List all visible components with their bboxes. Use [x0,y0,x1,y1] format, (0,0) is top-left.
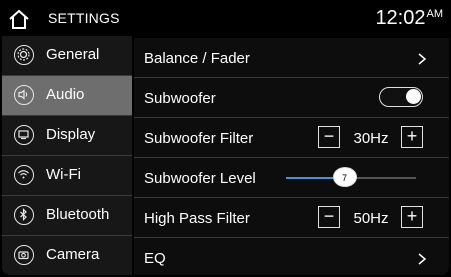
display-icon [14,125,34,145]
subwoofer-label: Subwoofer [144,90,216,107]
sidebar-item-display[interactable]: Display [2,116,132,156]
subwoofer-toggle[interactable] [379,87,423,107]
subwoofer-level-label: Subwoofer Level [144,170,256,187]
gear-icon [14,45,34,65]
sidebar-item-wifi[interactable]: Wi-Fi [2,156,132,196]
subwoofer-filter-label: Subwoofer Filter [144,130,254,147]
sidebar-item-label: Bluetooth [46,206,110,223]
home-icon[interactable] [8,8,30,30]
sidebar-item-label: Display [46,126,96,143]
high-pass-filter-decrease-button[interactable]: − [318,206,340,228]
sidebar-item-audio[interactable]: Audio [2,76,132,116]
high-pass-filter-label: High Pass Filter [144,210,250,227]
balance-fader-label: Balance / Fader [144,50,250,67]
high-pass-filter-value: 50Hz [353,210,389,227]
settings-screen: SETTINGS 12:02AM General Audio Display W… [2,2,449,275]
subwoofer-filter-value: 30Hz [353,130,389,147]
audio-settings-list: Balance / Fader Subwoofer Subwoofer Filt… [134,38,449,275]
sidebar-item-label: Audio [46,86,85,103]
top-bar: SETTINGS 12:02AM [2,2,449,36]
high-pass-filter-row: High Pass Filter − 50Hz + [134,198,449,238]
sidebar-item-camera[interactable]: Camera [2,236,132,275]
clock-time: 12:02 [375,7,426,29]
subwoofer-filter-row: Subwoofer Filter − 30Hz + [134,118,449,158]
balance-fader-row[interactable]: Balance / Fader [134,38,449,78]
subwoofer-row: Subwoofer [134,78,449,118]
chevron-right-icon[interactable] [417,252,427,265]
sidebar: General Audio Display Wi-Fi Bluetooth Ca… [2,36,132,275]
eq-label: EQ [144,250,166,267]
eq-row[interactable]: EQ [134,238,449,275]
subwoofer-filter-increase-button[interactable]: + [401,126,423,148]
clock-ampm: AM [426,8,444,20]
high-pass-filter-increase-button[interactable]: + [401,206,423,228]
sidebar-item-bluetooth[interactable]: Bluetooth [2,196,132,236]
sidebar-item-label: Wi-Fi [46,166,81,183]
subwoofer-level-row: Subwoofer Level 7 [134,158,449,198]
subwoofer-filter-decrease-button[interactable]: − [318,126,340,148]
clock: 12:02AM [375,7,443,30]
camera-icon [14,245,34,265]
subwoofer-level-thumb[interactable]: 7 [332,167,357,187]
toggle-knob [406,89,421,104]
bluetooth-icon [14,205,34,225]
wifi-icon [14,165,34,185]
page-title: SETTINGS [48,10,120,26]
speaker-icon [14,85,34,105]
sidebar-item-general[interactable]: General [2,36,132,76]
chevron-right-icon[interactable] [417,52,427,65]
sidebar-item-label: General [46,46,100,63]
sidebar-item-label: Camera [46,246,100,263]
